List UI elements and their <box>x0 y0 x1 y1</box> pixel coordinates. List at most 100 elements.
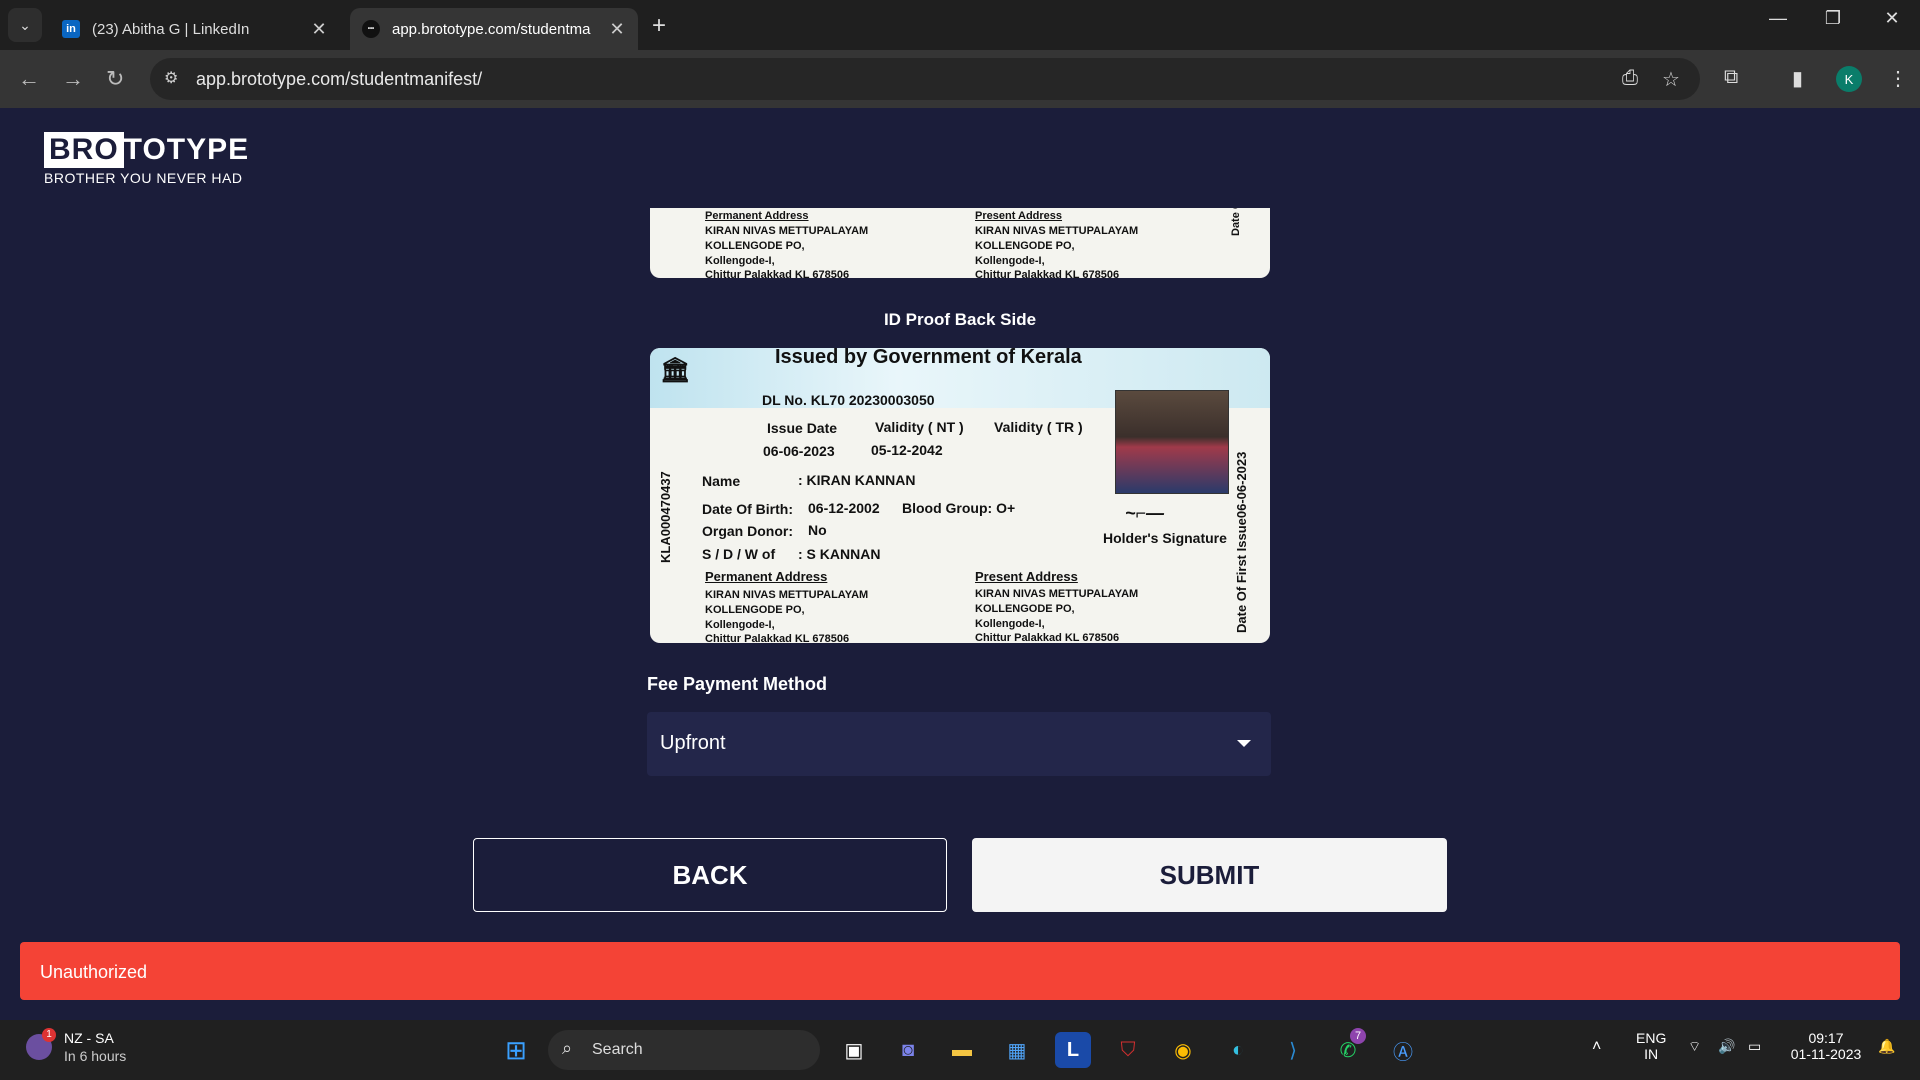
weather-badge: 1 <box>42 1028 56 1042</box>
forward-arrow-icon[interactable]: → <box>62 66 84 92</box>
address-line: KIRAN NIVAS METTUPALAYAM <box>705 225 869 237</box>
dl-number: DL No. KL70 20230003050 <box>762 392 935 408</box>
task-view-icon[interactable]: ▣ <box>836 1032 872 1068</box>
fee-payment-value: Upfront <box>660 732 726 754</box>
back-arrow-icon[interactable]: ← <box>18 66 40 92</box>
restore-icon[interactable]: ❐ <box>1813 8 1853 29</box>
tab-linkedin[interactable]: in (23) Abitha G | LinkedIn ✕ <box>50 8 340 50</box>
validity-nt-label: Validity ( NT ) <box>875 419 964 435</box>
issue-date: 06-06-2023 <box>763 443 835 459</box>
new-tab-button[interactable]: + <box>652 12 666 40</box>
clock[interactable]: 09:17 01-11-2023 <box>1786 1030 1866 1062</box>
address-line: Kollengode-I, <box>975 255 1045 267</box>
browser-toolbar: ← → ↻ ⚙ app.brototype.com/studentmanifes… <box>0 50 1920 108</box>
chrome-icon[interactable]: ◉ <box>1165 1032 1201 1068</box>
lang-line: ENG <box>1636 1030 1667 1046</box>
issue-date-label: Issue Date <box>767 420 838 436</box>
edge-icon[interactable]: ◐ <box>1220 1032 1256 1068</box>
side-text: Date Of <box>1230 208 1242 236</box>
search-label: Search <box>592 1041 643 1058</box>
holder-signature-label: Holder's Signature <box>1103 530 1227 546</box>
blood-group: Blood Group: O+ <box>902 500 1016 516</box>
issued-by-text: Issued by Government of Kerala <box>775 348 1082 368</box>
vscode-icon[interactable]: ⟩ <box>1275 1032 1311 1068</box>
validity-nt-date: 05-12-2042 <box>871 442 943 458</box>
url-text[interactable]: app.brototype.com/studentmanifest/ <box>196 69 482 90</box>
back-button[interactable]: BACK <box>473 838 947 912</box>
signature-mark: ~⌐— <box>1125 503 1165 523</box>
toast-message: Unauthorized <box>40 962 148 982</box>
app-store-icon[interactable]: Ⓐ <box>1385 1032 1421 1068</box>
chevron-up-icon[interactable]: ˄ <box>1592 1038 1601 1056</box>
weather-sub: In 6 hours <box>64 1048 127 1064</box>
file-explorer-icon[interactable]: ▬ <box>944 1032 980 1068</box>
weather-location: NZ - SA <box>64 1030 114 1046</box>
address-line: KIRAN NIVAS METTUPALAYAM <box>975 225 1139 237</box>
id-proof-back-image: 🏛 Issued by Government of Kerala DL No. … <box>650 348 1270 643</box>
address-line: KOLLENGODE PO, <box>705 604 805 616</box>
brototype-logo[interactable]: BRO TOTYPE BROTHER YOU NEVER HAD <box>44 132 249 186</box>
first-issue-vertical: Date Of First Issue06-06-2023 <box>1234 451 1249 633</box>
wifi-icon[interactable]: ⌔ <box>1688 1038 1701 1056</box>
permanent-address-label: Permanent Address <box>705 210 809 222</box>
volume-icon[interactable]: 🔊 <box>1718 1038 1735 1055</box>
tab-brototype[interactable]: ••• app.brototype.com/studentma ✕ <box>350 8 638 50</box>
page-content: BRO TOTYPE BROTHER YOU NEVER HAD Permanen… <box>0 108 1920 1020</box>
clock-time: 09:17 <box>1808 1030 1844 1046</box>
address-line: KIRAN NIVAS METTUPALAYAM <box>705 589 869 601</box>
logo-bro: BRO <box>44 132 124 168</box>
profile-avatar[interactable]: K <box>1836 66 1862 92</box>
present-address-label: Present Address <box>975 569 1078 584</box>
address-line: KOLLENGODE PO, <box>705 240 805 252</box>
organ-donor-value: No <box>808 522 827 538</box>
id-back-label: ID Proof Back Side <box>883 310 1037 329</box>
address-line: KOLLENGODE PO, <box>975 240 1075 252</box>
teams-chat-icon[interactable]: ◙ <box>890 1032 926 1068</box>
lang-region: IN <box>1644 1046 1659 1062</box>
address-bar[interactable]: ⚙ app.brototype.com/studentmanifest/ ⎙ ☆ <box>150 58 1700 100</box>
side-panel-icon[interactable]: ▮ <box>1792 66 1803 91</box>
window-close-icon[interactable]: ✕ <box>1872 8 1912 29</box>
tab-search-button[interactable]: ⌄ <box>8 8 42 42</box>
language-indicator[interactable]: ENG IN <box>1636 1030 1666 1062</box>
weather-widget[interactable]: 1 NZ - SA In 6 hours <box>24 1028 127 1064</box>
dob-value: 06-12-2002 <box>808 500 880 516</box>
address-line: Chittur Palakkad KL 678506 <box>705 269 850 278</box>
tab-title: app.brototype.com/studentma <box>392 20 591 38</box>
linkedin-icon: in <box>62 20 80 38</box>
close-icon[interactable]: ✕ <box>604 19 630 40</box>
close-icon[interactable]: ✕ <box>306 19 332 40</box>
launcher-l-icon[interactable]: L <box>1055 1032 1091 1068</box>
taskbar-search[interactable]: ⌕ Search <box>548 1030 820 1070</box>
notification-bell-icon[interactable]: 🔔 <box>1878 1038 1895 1055</box>
fee-payment-select[interactable]: Upfront <box>647 712 1271 776</box>
extensions-icon[interactable]: ⧉ <box>1724 66 1738 89</box>
submit-button[interactable]: SUBMIT <box>972 838 1447 912</box>
microsoft-store-icon[interactable]: ▦ <box>999 1032 1035 1068</box>
validity-tr-label: Validity ( TR ) <box>994 419 1083 435</box>
site-info-icon[interactable]: ⚙ <box>164 68 178 88</box>
fee-payment-label: Fee Payment Method <box>647 674 828 694</box>
windows-start-icon[interactable]: ⊞ <box>498 1032 534 1068</box>
error-toast: Unauthorized <box>20 942 1900 1000</box>
brototype-icon: ••• <box>362 20 380 38</box>
minimize-icon[interactable]: — <box>1758 8 1798 29</box>
mcafee-icon[interactable]: ⛉ <box>1110 1032 1146 1068</box>
logo-tagline: BROTHER YOU NEVER HAD <box>44 170 243 186</box>
taskbar: 1 NZ - SA In 6 hours ⊞ ⌕ Search ▣ ◙ ▬ ▦ … <box>0 1020 1920 1080</box>
holder-name: : KIRAN KANNAN <box>798 472 916 488</box>
address-line: Chittur Palakkad KL 678506 <box>975 269 1120 278</box>
clock-date: 01-11-2023 <box>1790 1046 1862 1062</box>
install-app-icon[interactable]: ⎙ <box>1622 67 1638 90</box>
browser-tab-strip: ⌄ in (23) Abitha G | LinkedIn ✕ ••• app.… <box>0 0 1920 50</box>
search-icon: ⌕ <box>562 1038 573 1058</box>
relation-value: : S KANNAN <box>798 546 881 562</box>
menu-kebab-icon[interactable]: ⋮ <box>1888 66 1908 91</box>
battery-icon[interactable]: ▭ <box>1748 1038 1761 1055</box>
bookmark-star-icon[interactable]: ☆ <box>1662 67 1680 92</box>
license-id-vertical: KLA000470437 <box>658 471 673 563</box>
address-line: Kollengode-I, <box>705 255 775 267</box>
address-line: KIRAN NIVAS METTUPALAYAM <box>975 588 1139 600</box>
reload-icon[interactable]: ↻ <box>106 66 124 92</box>
address-line: Chittur Palakkad KL 678506 <box>975 632 1120 643</box>
